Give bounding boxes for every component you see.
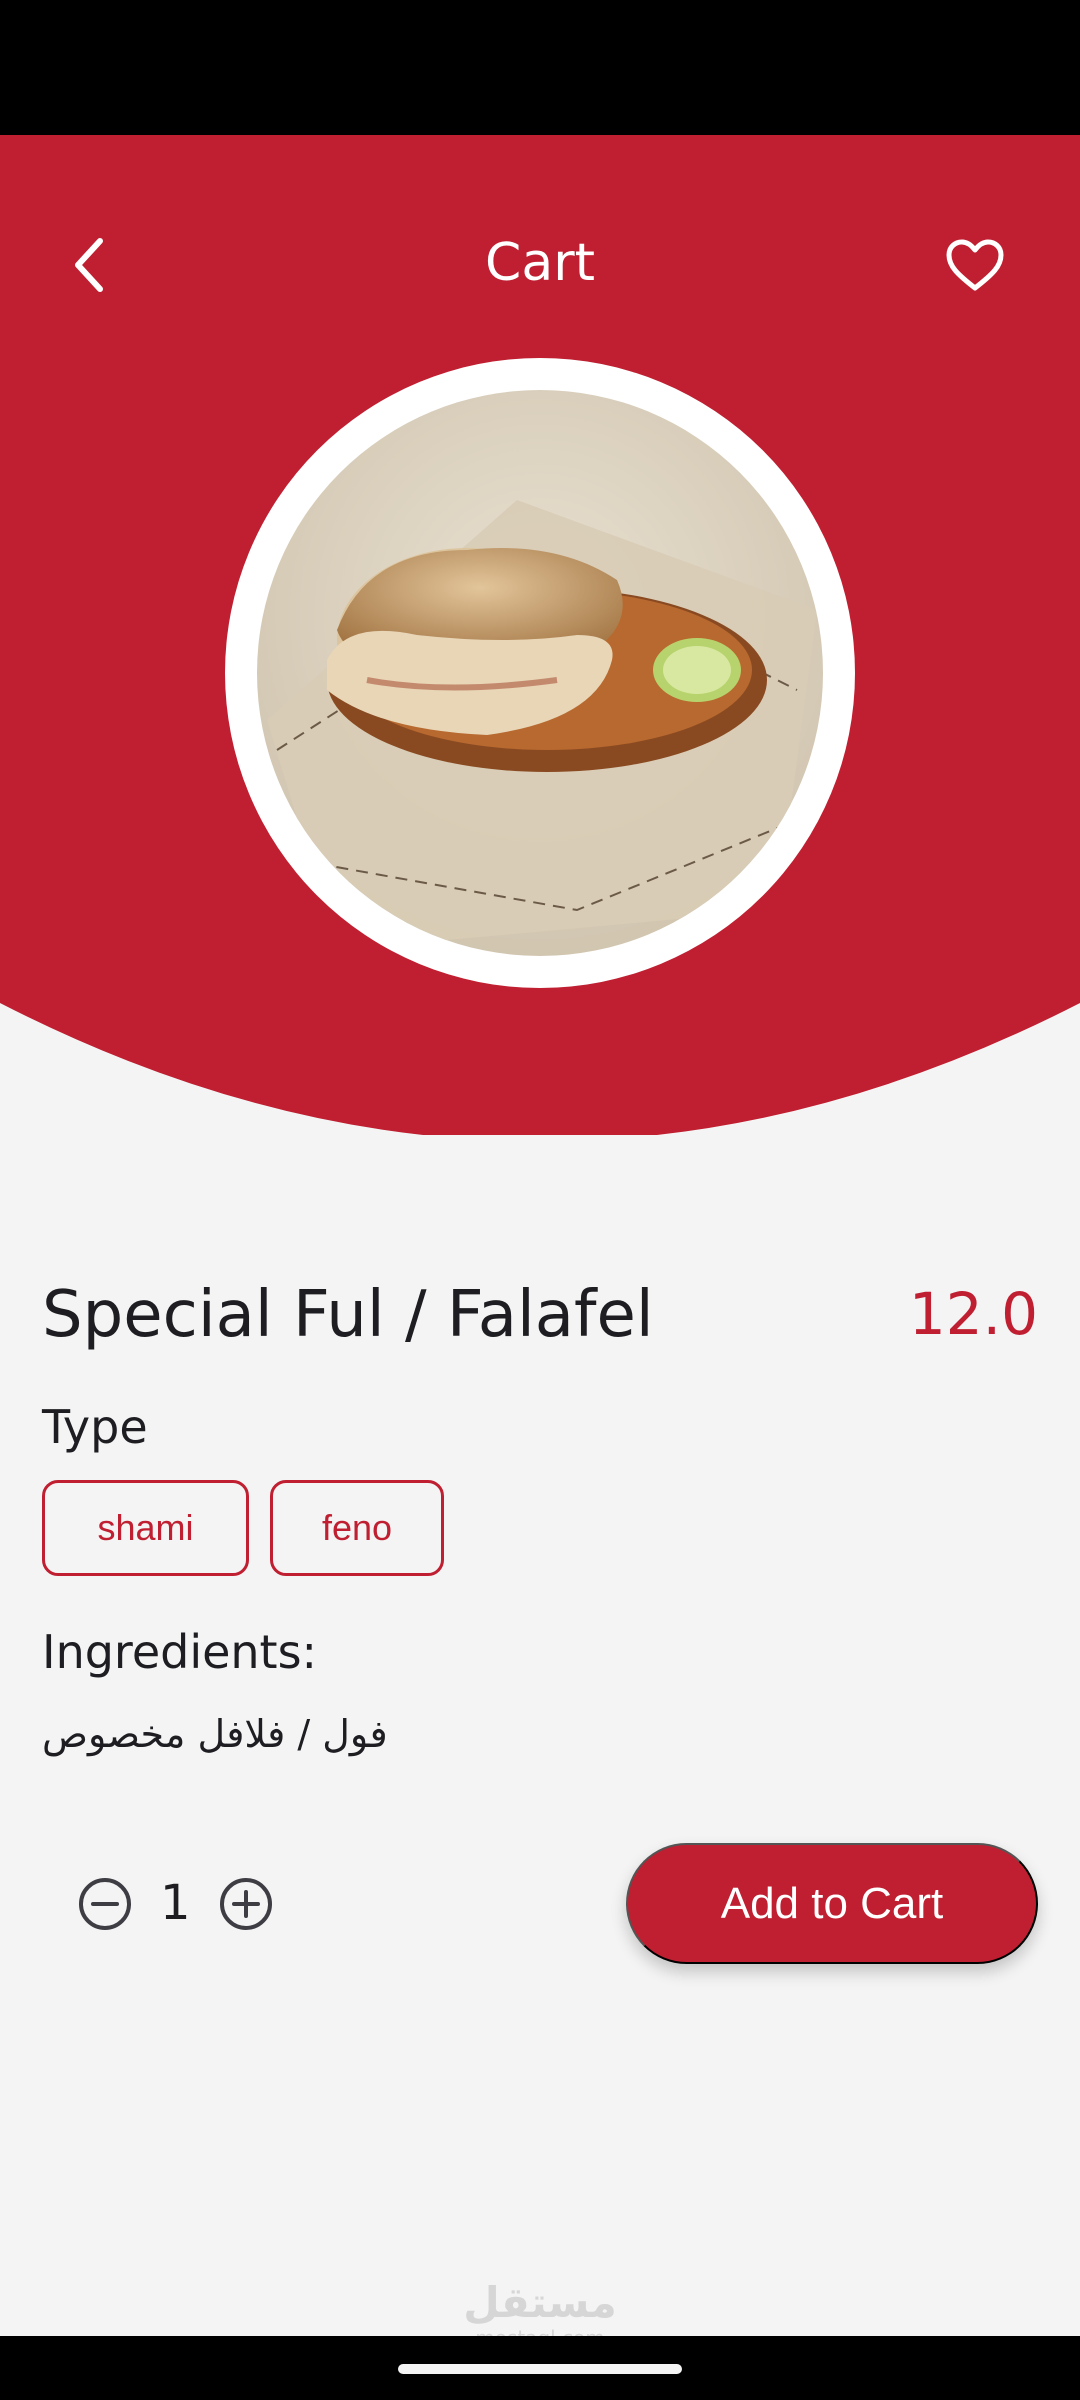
home-indicator[interactable] — [398, 2364, 682, 2374]
product-price: 12.0 — [908, 1280, 1038, 1348]
favorite-button[interactable] — [940, 230, 1010, 300]
add-to-cart-button[interactable]: Add to Cart — [626, 1843, 1038, 1964]
status-bar — [0, 0, 1080, 135]
type-option-feno[interactable]: feno — [270, 1480, 444, 1576]
product-image-frame — [225, 358, 855, 988]
page-title: Cart — [485, 233, 595, 293]
minus-circle-icon — [79, 1878, 131, 1930]
type-option-shami[interactable]: shami — [42, 1480, 249, 1576]
type-label: Type — [42, 1400, 148, 1454]
watermark-arabic: مستقل — [463, 2278, 617, 2327]
food-image — [257, 390, 823, 956]
ingredients-text: فول / فلافل مخصوص — [42, 1712, 388, 1756]
quantity-value: 1 — [160, 1875, 191, 1931]
product-name: Special Ful / Falafel — [42, 1278, 654, 1352]
increase-quantity-button[interactable] — [218, 1876, 274, 1932]
decrease-quantity-button[interactable] — [77, 1876, 133, 1932]
heart-outline-icon — [946, 239, 1004, 291]
ingredients-label: Ingredients: — [42, 1625, 318, 1679]
plus-circle-icon — [220, 1878, 272, 1930]
